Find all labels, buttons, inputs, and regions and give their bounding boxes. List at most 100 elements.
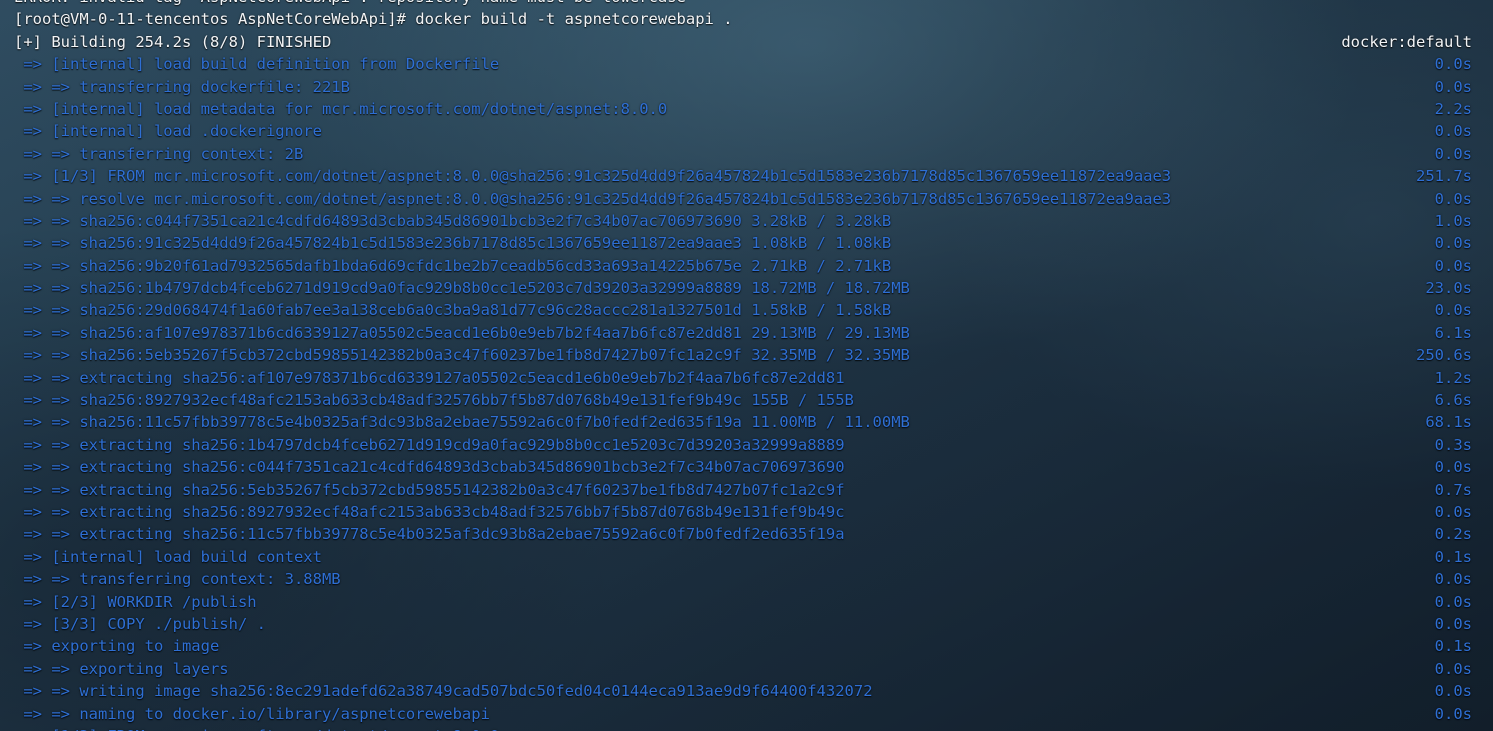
terminal-output-area[interactable]: ERROR: invalid tag "AspNetCoreWebApi": r… [0,0,1493,731]
terminal-line-text: => => transferring context: 2B [14,144,304,163]
terminal-line-text: [root@VM-0-11-tencentos AspNetCoreWebApi… [14,10,733,29]
terminal-line-text: => => writing image sha256:8ec291adefd62… [14,682,873,701]
terminal-line-text: => [internal] load build definition from… [14,55,500,74]
terminal-line: => => sha256:c044f7351ca21c4cdfd64893d3c… [0,210,1493,232]
terminal-line-text: => => sha256:1b4797dcb4fceb6271d919cd9a0… [14,279,910,298]
terminal-line-text: => => naming to docker.io/library/aspnet… [14,704,490,723]
terminal-line-duration: 0.0s [1434,122,1472,141]
terminal-line: => => exporting layers 0.0s [0,658,1493,680]
terminal-line-duration: 0.0s [1434,77,1472,96]
terminal-line: => => extracting sha256:8927932ecf48afc2… [0,501,1493,523]
terminal-line-duration: 0.0s [1434,458,1472,477]
terminal-line: => => sha256:9b20f61ad7932565dafb1bda6d6… [0,255,1493,277]
terminal-line-duration: 23.0s [1425,279,1472,298]
terminal-line: => => transferring context: 3.88MB 0.0s [0,568,1493,590]
terminal-line-duration: 0.0s [1434,189,1472,208]
terminal-line: => => sha256:11c57fbb39778c5e4b0325af3dc… [0,411,1493,433]
terminal-line-duration: 0.0s [1434,301,1472,320]
terminal-line: [root@VM-0-11-tencentos AspNetCoreWebApi… [0,8,1493,30]
terminal-line-duration: 6.1s [1434,323,1472,342]
terminal-line: => [2/3] WORKDIR /publish 0.0s [0,591,1493,613]
terminal-line: => [internal] load build context 0.1s [0,546,1493,568]
terminal-line: => => sha256:af107e978371b6cd6339127a055… [0,322,1493,344]
terminal-line-text: => exporting to image [14,637,220,656]
terminal-line-duration: 1.2s [1434,368,1472,387]
terminal-line-text: => => transferring dockerfile: 221B [14,77,350,96]
terminal-line-duration: 1.0s [1434,211,1472,230]
terminal-line: => => extracting sha256:af107e978371b6cd… [0,367,1493,389]
terminal-line: => => extracting sha256:5eb35267f5cb372c… [0,479,1493,501]
terminal-line-duration: 0.0s [1434,144,1472,163]
terminal-line-duration: 0.1s [1434,547,1472,566]
terminal-line: [+] Building 254.2s (8/8) FINISHED docker… [0,31,1493,53]
terminal-line: => [3/3] COPY ./publish/ . 0.0s [0,613,1493,635]
terminal-line-duration: 68.1s [1425,413,1472,432]
terminal-line-duration: 0.0s [1434,592,1472,611]
terminal-line-text: => [3/3] COPY ./publish/ . [14,614,266,633]
terminal-line-text: ERROR: invalid tag "AspNetCoreWebApi": r… [14,0,686,6]
terminal-line-text: => [internal] load metadata for mcr.micr… [14,99,668,118]
terminal-line: => exporting to image 0.1s [0,635,1493,657]
terminal-line: => => writing image sha256:8ec291adefd62… [0,680,1493,702]
terminal-line-text: => [1/3] FROM mcr.microsoft.com/dotnet/a… [14,727,499,731]
terminal-line-text: => => extracting sha256:8927932ecf48afc2… [14,502,845,521]
terminal-line: => => sha256:5eb35267f5cb372cbd598551423… [0,344,1493,366]
terminal-line-duration: 2.2s [1434,99,1472,118]
terminal-line-duration: 0.0s [1434,614,1472,633]
terminal-line-text: => => extracting sha256:af107e978371b6cd… [14,368,845,387]
terminal-line-duration: 251.7s [1416,167,1472,186]
terminal-line-duration: 0.0s [1434,570,1472,589]
terminal-line-duration: 0.0s [1434,704,1472,723]
terminal-line-text: => => extracting sha256:11c57fbb39778c5e… [14,525,845,544]
terminal-line: ERROR: invalid tag "AspNetCoreWebApi": r… [0,0,1493,8]
terminal-line-text: => => sha256:9b20f61ad7932565dafb1bda6d6… [14,256,892,275]
terminal-line: => => sha256:1b4797dcb4fceb6271d919cd9a0… [0,277,1493,299]
terminal-line-text: => => sha256:8927932ecf48afc2153ab633cb4… [14,391,854,410]
terminal-line-text: [+] Building 254.2s (8/8) FINISHED [14,32,332,51]
terminal-line: => [internal] load build definition from… [0,53,1493,75]
terminal-line: => => sha256:91c325d4dd9f26a457824b1c5d1… [0,232,1493,254]
terminal-window[interactable]: ERROR: invalid tag "AspNetCoreWebApi": r… [0,0,1493,731]
terminal-line-text: => [1/3] FROM mcr.microsoft.com/dotnet/a… [14,167,1172,186]
terminal-line-duration: 0.7s [1434,480,1472,499]
terminal-line-text: => => sha256:11c57fbb39778c5e4b0325af3dc… [14,413,910,432]
terminal-line-text: => => sha256:91c325d4dd9f26a457824b1c5d1… [14,234,892,253]
terminal-line: => [internal] load metadata for mcr.micr… [0,98,1493,120]
terminal-line-text: => [2/3] WORKDIR /publish [14,592,257,611]
terminal-line-duration: 0.0s [1434,502,1472,521]
terminal-line: => [1/3] FROM mcr.microsoft.com/dotnet/a… [0,165,1493,187]
terminal-line-text: => => extracting sha256:1b4797dcb4fceb62… [14,435,845,454]
terminal-line-text: => => transferring context: 3.88MB [14,570,341,589]
terminal-line: => => transferring dockerfile: 221B 0.0s [0,76,1493,98]
terminal-line-duration: 0.2s [1434,525,1472,544]
terminal-line: => => sha256:29d068474f1a60fab7ee3a138ce… [0,299,1493,321]
terminal-line-duration: 0.0s [1434,55,1472,74]
terminal-line: => => extracting sha256:1b4797dcb4fceb62… [0,434,1493,456]
terminal-line: => => naming to docker.io/library/aspnet… [0,703,1493,725]
terminal-line-text: => => exporting layers [14,659,229,678]
terminal-line-duration: 0.0s [1434,682,1472,701]
terminal-line-duration: 250.6s [1416,346,1472,365]
terminal-line-duration: 0.0s [1434,659,1472,678]
terminal-line-text: => => extracting sha256:5eb35267f5cb372c… [14,480,845,499]
terminal-line-text: => => sha256:c044f7351ca21c4cdfd64893d3c… [14,211,892,230]
terminal-line: => [1/3] FROM mcr.microsoft.com/dotnet/a… [0,725,1493,731]
terminal-line-duration: 0.1s [1434,637,1472,656]
terminal-line-duration: docker:default [1341,32,1472,51]
terminal-line-text: => => resolve mcr.microsoft.com/dotnet/a… [14,189,1172,208]
terminal-line-text: => [internal] load .dockerignore [14,122,322,141]
terminal-line: => [internal] load .dockerignore 0.0s [0,120,1493,142]
terminal-line: => => transferring context: 2B 0.0s [0,143,1493,165]
terminal-line: => => extracting sha256:11c57fbb39778c5e… [0,523,1493,545]
terminal-line-duration: 0.3s [1434,435,1472,454]
terminal-line-text: => [internal] load build context [14,547,322,566]
terminal-line-duration: 6.6s [1434,391,1472,410]
terminal-line: => => resolve mcr.microsoft.com/dotnet/a… [0,188,1493,210]
terminal-line-duration: 0.0s [1434,256,1472,275]
terminal-line: => => sha256:8927932ecf48afc2153ab633cb4… [0,389,1493,411]
terminal-line-text: => => sha256:af107e978371b6cd6339127a055… [14,323,910,342]
terminal-line-text: => => sha256:29d068474f1a60fab7ee3a138ce… [14,301,892,320]
terminal-line-text: => => sha256:5eb35267f5cb372cbd598551423… [14,346,910,365]
terminal-line: => => extracting sha256:c044f7351ca21c4c… [0,456,1493,478]
terminal-line-duration: 0.0s [1434,234,1472,253]
